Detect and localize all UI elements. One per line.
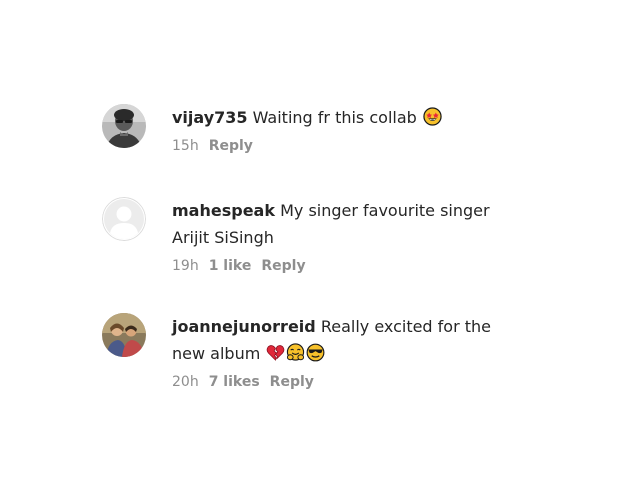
comment-time: 20h xyxy=(172,374,199,390)
comment-text: mahespeak My singer favourite singer Ari… xyxy=(172,197,522,251)
like-count[interactable]: 7 likes xyxy=(209,374,260,390)
comment-message: Waiting fr this collab xyxy=(252,108,417,127)
comments-list: vijay735 Waiting fr this collab 15h Reply xyxy=(0,0,640,480)
comment-username[interactable]: vijay735 xyxy=(172,108,248,127)
reply-button[interactable]: Reply xyxy=(261,258,305,274)
comment-time: 15h xyxy=(172,138,199,154)
avatar[interactable] xyxy=(102,197,146,241)
comment-text: vijay735 Waiting fr this collab xyxy=(172,104,522,131)
hugging-face-emoji-icon xyxy=(286,343,305,362)
user-photo-icon xyxy=(102,104,146,148)
broken-heart-emoji-icon xyxy=(266,343,285,362)
comment-username[interactable]: joannejunorreid xyxy=(172,317,316,336)
comment-username[interactable]: mahespeak xyxy=(172,201,275,220)
star-struck-emoji-icon xyxy=(423,107,442,126)
comment-text: joannejunorreid Really excited for the n… xyxy=(172,313,522,367)
reply-button[interactable]: Reply xyxy=(270,374,314,390)
comment-time: 19h xyxy=(172,258,199,274)
user-photo-icon xyxy=(102,313,146,357)
avatar[interactable] xyxy=(102,313,146,357)
default-avatar-icon xyxy=(102,197,146,241)
sunglasses-face-emoji-icon xyxy=(306,343,325,362)
like-count[interactable]: 1 like xyxy=(209,258,252,274)
avatar[interactable] xyxy=(102,104,146,148)
comment-meta: 19h 1 like Reply xyxy=(172,256,522,276)
reply-button[interactable]: Reply xyxy=(209,138,253,154)
comment-meta: 15h Reply xyxy=(172,136,522,156)
comment-meta: 20h 7 likes Reply xyxy=(172,372,522,392)
